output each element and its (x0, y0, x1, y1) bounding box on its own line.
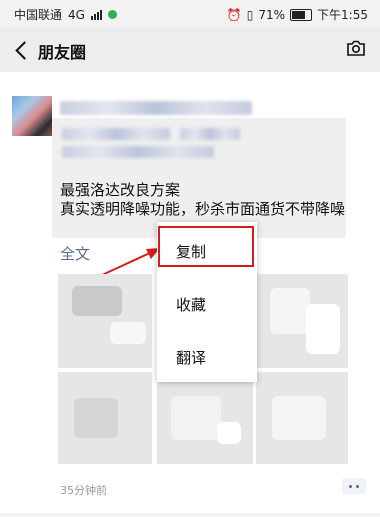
author-name-blurred[interactable] (60, 101, 252, 115)
avatar[interactable] (12, 96, 52, 136)
menu-item-label: 翻译 (176, 349, 207, 367)
wechat-dot-icon (107, 10, 117, 19)
status-bar: 中国联通 4G ⏰ ▯ 71% 下午1:55 (0, 0, 380, 28)
photo-thumbnail[interactable] (58, 372, 152, 464)
photo-thumbnail[interactable] (256, 372, 348, 464)
post-text[interactable]: 最强洛达改良方案 真实透明降噪功能，秒杀市面通货不带降噪 (60, 181, 360, 219)
menu-item-favorite[interactable]: 收藏 (157, 277, 257, 330)
clock: 下午1:55 (317, 8, 368, 22)
photo-thumbnail[interactable] (58, 274, 152, 368)
photo-thumbnail[interactable] (256, 274, 348, 368)
battery-percent: 71% (258, 7, 286, 22)
back-chevron-icon[interactable] (12, 38, 32, 62)
vibrate-icon: ▯ (246, 7, 254, 22)
blurred-text-line (180, 128, 240, 140)
photo-thumbnail[interactable] (157, 372, 253, 464)
post-text-line: 真实透明降噪功能，秒杀市面通货不带降噪 (60, 200, 346, 218)
camera-icon[interactable] (346, 40, 366, 56)
alarm-icon: ⏰ (226, 7, 242, 22)
carrier-label: 中国联通 (14, 8, 63, 22)
menu-item-label: 收藏 (176, 296, 207, 314)
menu-item-translate[interactable]: 翻译 (157, 330, 257, 383)
nav-bar: 朋友圈 (0, 28, 380, 72)
battery-icon (290, 8, 313, 21)
annotation-highlight-box (158, 226, 254, 267)
blurred-text-line (62, 146, 214, 158)
network-label: 4G (68, 7, 85, 22)
post-text-line: 最强洛达改良方案 (60, 181, 181, 199)
more-dots-icon[interactable] (342, 478, 366, 494)
blurred-text-line (62, 128, 170, 140)
page-title: 朋友圈 (38, 43, 87, 62)
signal-icon (90, 9, 102, 20)
post-time: 35分钟前 (60, 484, 107, 497)
divider (0, 513, 380, 517)
